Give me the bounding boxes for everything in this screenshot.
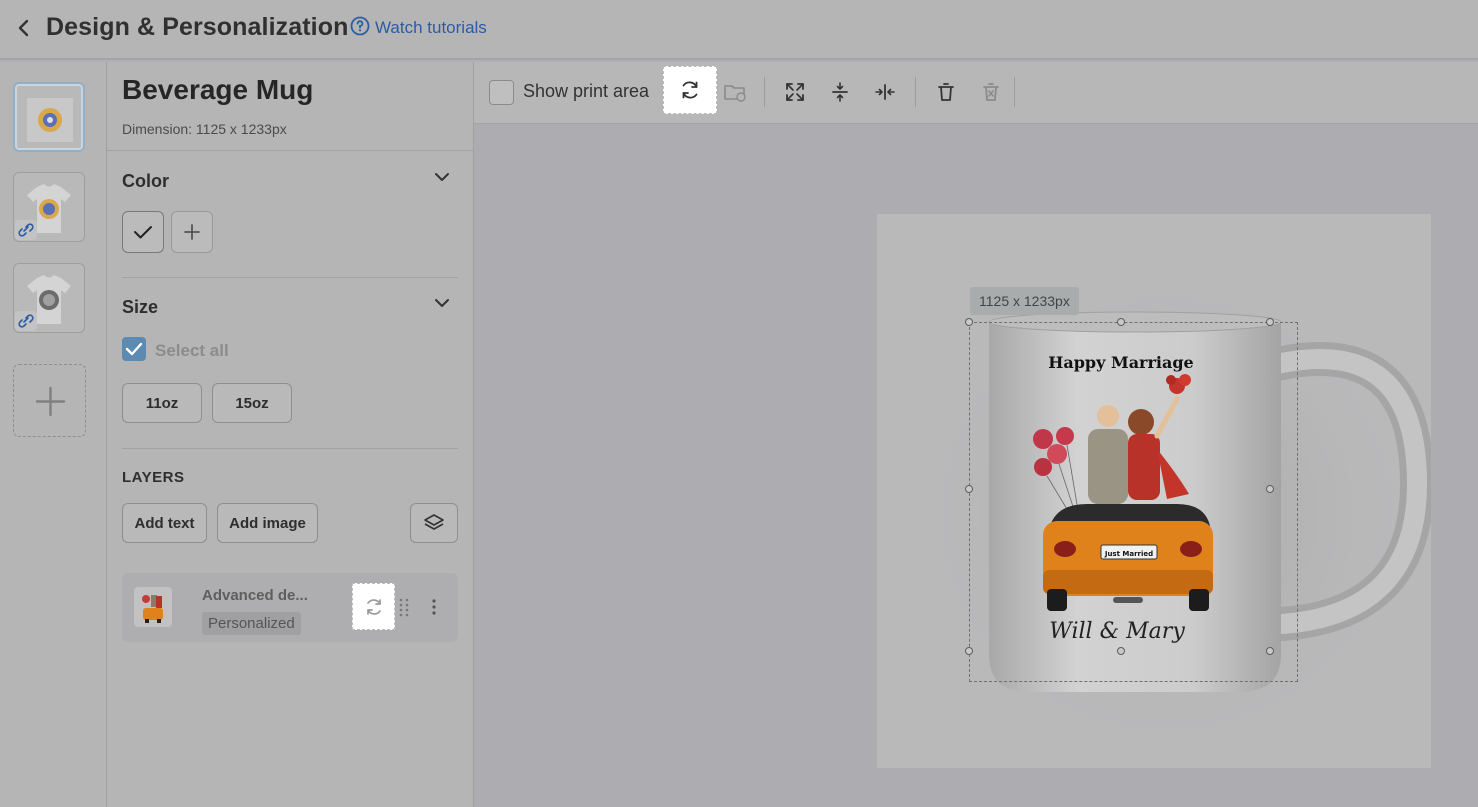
layers-stack-button[interactable] (410, 503, 458, 543)
back-arrow-icon[interactable] (12, 16, 36, 40)
sync-button[interactable] (663, 66, 717, 114)
color-section-title: Color (122, 171, 169, 191)
resize-handle-bottom[interactable] (1117, 647, 1125, 655)
add-color-button[interactable] (171, 211, 213, 253)
layer-sync-button[interactable] (352, 583, 395, 630)
checkmark-icon (125, 342, 143, 356)
plus-icon (35, 386, 66, 417)
size-section-title: Size (122, 297, 159, 317)
show-print-area-label: Show print area (523, 81, 650, 101)
size-button-15oz[interactable]: 15oz (212, 383, 292, 423)
help-circle-icon[interactable] (350, 16, 370, 36)
divider (122, 448, 458, 449)
thumbnail-tshirt-back[interactable] (13, 263, 85, 333)
personalized-badge: Personalized (202, 612, 301, 635)
canvas-toolbar: Show print area (474, 62, 1478, 124)
delete-all-button[interactable] (969, 72, 1013, 112)
trash-icon (938, 83, 954, 101)
align-vertical-center-icon (832, 82, 848, 102)
selection-box[interactable] (965, 318, 1298, 682)
layer-thumbnail (134, 587, 172, 627)
layers-icon (424, 514, 444, 530)
product-dimension: Dimension: 1125 x 1233px (122, 121, 287, 137)
sync-icon (682, 81, 698, 99)
more-options-icon[interactable] (428, 597, 440, 617)
folder-sync-icon (724, 85, 746, 102)
align-vertical-center-button[interactable] (818, 72, 862, 112)
resize-handle-top-right[interactable] (1266, 318, 1274, 326)
chevron-down-icon[interactable] (433, 168, 451, 186)
chevron-down-icon[interactable] (433, 294, 451, 312)
select-all-label: Select all (155, 341, 229, 360)
watch-tutorials-link[interactable]: Watch tutorials (375, 18, 487, 38)
resize-handle-left[interactable] (965, 485, 973, 493)
top-header: Design & Personalization Watch tutorials (0, 0, 1478, 60)
add-text-button[interactable]: Add text (122, 503, 207, 543)
fit-to-area-button[interactable] (773, 72, 817, 112)
replace-image-button[interactable] (713, 72, 757, 112)
layer-name: Advanced de... (202, 587, 308, 604)
size-button-11oz[interactable]: 11oz (122, 383, 202, 423)
resize-handle-top[interactable] (1117, 318, 1125, 326)
dimension-tag: 1125 x 1233px (970, 287, 1079, 315)
variant-thumbnail-rail (0, 62, 107, 807)
align-horizontal-center-icon (875, 84, 895, 100)
color-swatch-selected[interactable] (122, 211, 164, 253)
page-title: Design & Personalization (46, 13, 349, 41)
toolbar-separator (764, 77, 765, 107)
resize-handle-top-left[interactable] (965, 318, 973, 326)
toolbar-separator (915, 77, 916, 107)
divider (122, 277, 458, 278)
resize-handle-bottom-right[interactable] (1266, 647, 1274, 655)
show-print-area-checkbox[interactable] (489, 80, 514, 105)
checkmark-icon (134, 226, 152, 239)
link-icon (15, 311, 37, 331)
add-product-button[interactable] (13, 364, 86, 437)
select-all-checkbox[interactable] (122, 337, 146, 361)
thumbnail-mug[interactable] (13, 82, 85, 152)
layers-section-title: LAYERS (122, 469, 185, 486)
plus-icon (184, 224, 200, 240)
sync-icon (366, 598, 381, 615)
divider (107, 150, 474, 151)
align-horizontal-center-button[interactable] (863, 72, 907, 112)
expand-icon (786, 83, 804, 101)
link-icon (15, 220, 37, 240)
toolbar-separator (1014, 77, 1015, 107)
delete-button[interactable] (924, 72, 968, 112)
thumbnail-tshirt-front[interactable] (13, 172, 85, 242)
settings-panel: Beverage Mug Dimension: 1125 x 1233px Co… (107, 62, 474, 807)
resize-handle-bottom-left[interactable] (965, 647, 973, 655)
car-thumbnail-icon (142, 595, 163, 623)
layer-item[interactable]: Advanced de... Personalized (122, 573, 458, 642)
drag-handle-icon[interactable] (398, 597, 410, 617)
mug-thumbnail-icon (27, 98, 73, 142)
product-name: Beverage Mug (122, 74, 314, 105)
resize-handle-right[interactable] (1266, 485, 1274, 493)
add-image-button[interactable]: Add image (217, 503, 318, 543)
trash-x-icon (983, 83, 999, 101)
